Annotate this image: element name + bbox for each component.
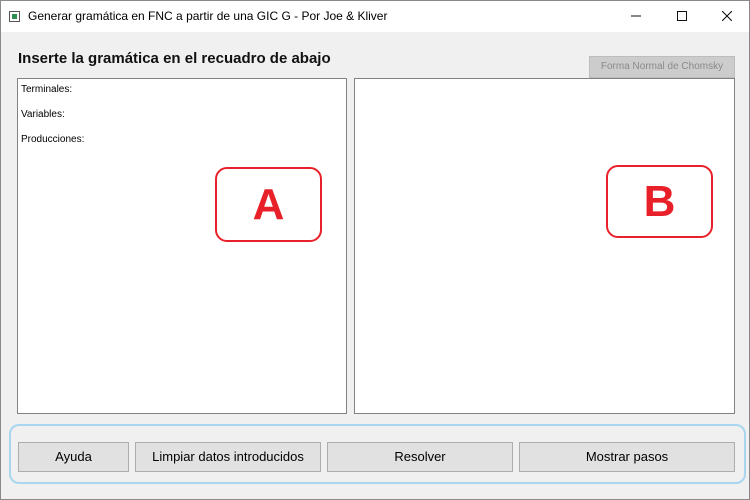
app-icon [9, 11, 20, 22]
close-icon [722, 11, 732, 21]
window-title: Generar gramática en FNC a partir de una… [28, 9, 388, 23]
minimize-button[interactable] [613, 1, 659, 32]
app-window: Generar gramática en FNC a partir de una… [0, 0, 750, 500]
grammar-input-textarea[interactable]: Terminales: Variables: Producciones: A [17, 78, 347, 414]
help-button[interactable]: Ayuda [18, 442, 129, 472]
productions-label: Producciones: [21, 134, 85, 145]
close-button[interactable] [704, 1, 750, 32]
annotation-marker-a: A [215, 167, 322, 242]
page-heading: Inserte la gramática en el recuadro de a… [18, 50, 331, 67]
terminals-label: Terminales: [21, 84, 73, 95]
solve-button[interactable]: Resolver [327, 442, 513, 472]
clear-data-button[interactable]: Limpiar datos introducidos [135, 442, 321, 472]
maximize-icon [677, 11, 687, 21]
maximize-button[interactable] [659, 1, 705, 32]
variables-label: Variables: [21, 109, 65, 120]
chomsky-normal-form-button[interactable]: Forma Normal de Chomsky [589, 56, 735, 78]
annotation-marker-b: B [606, 165, 713, 238]
minimize-icon [631, 15, 641, 17]
show-steps-button[interactable]: Mostrar pasos [519, 442, 735, 472]
title-bar[interactable]: Generar gramática en FNC a partir de una… [1, 1, 749, 32]
result-output-textarea[interactable]: B [354, 78, 735, 414]
